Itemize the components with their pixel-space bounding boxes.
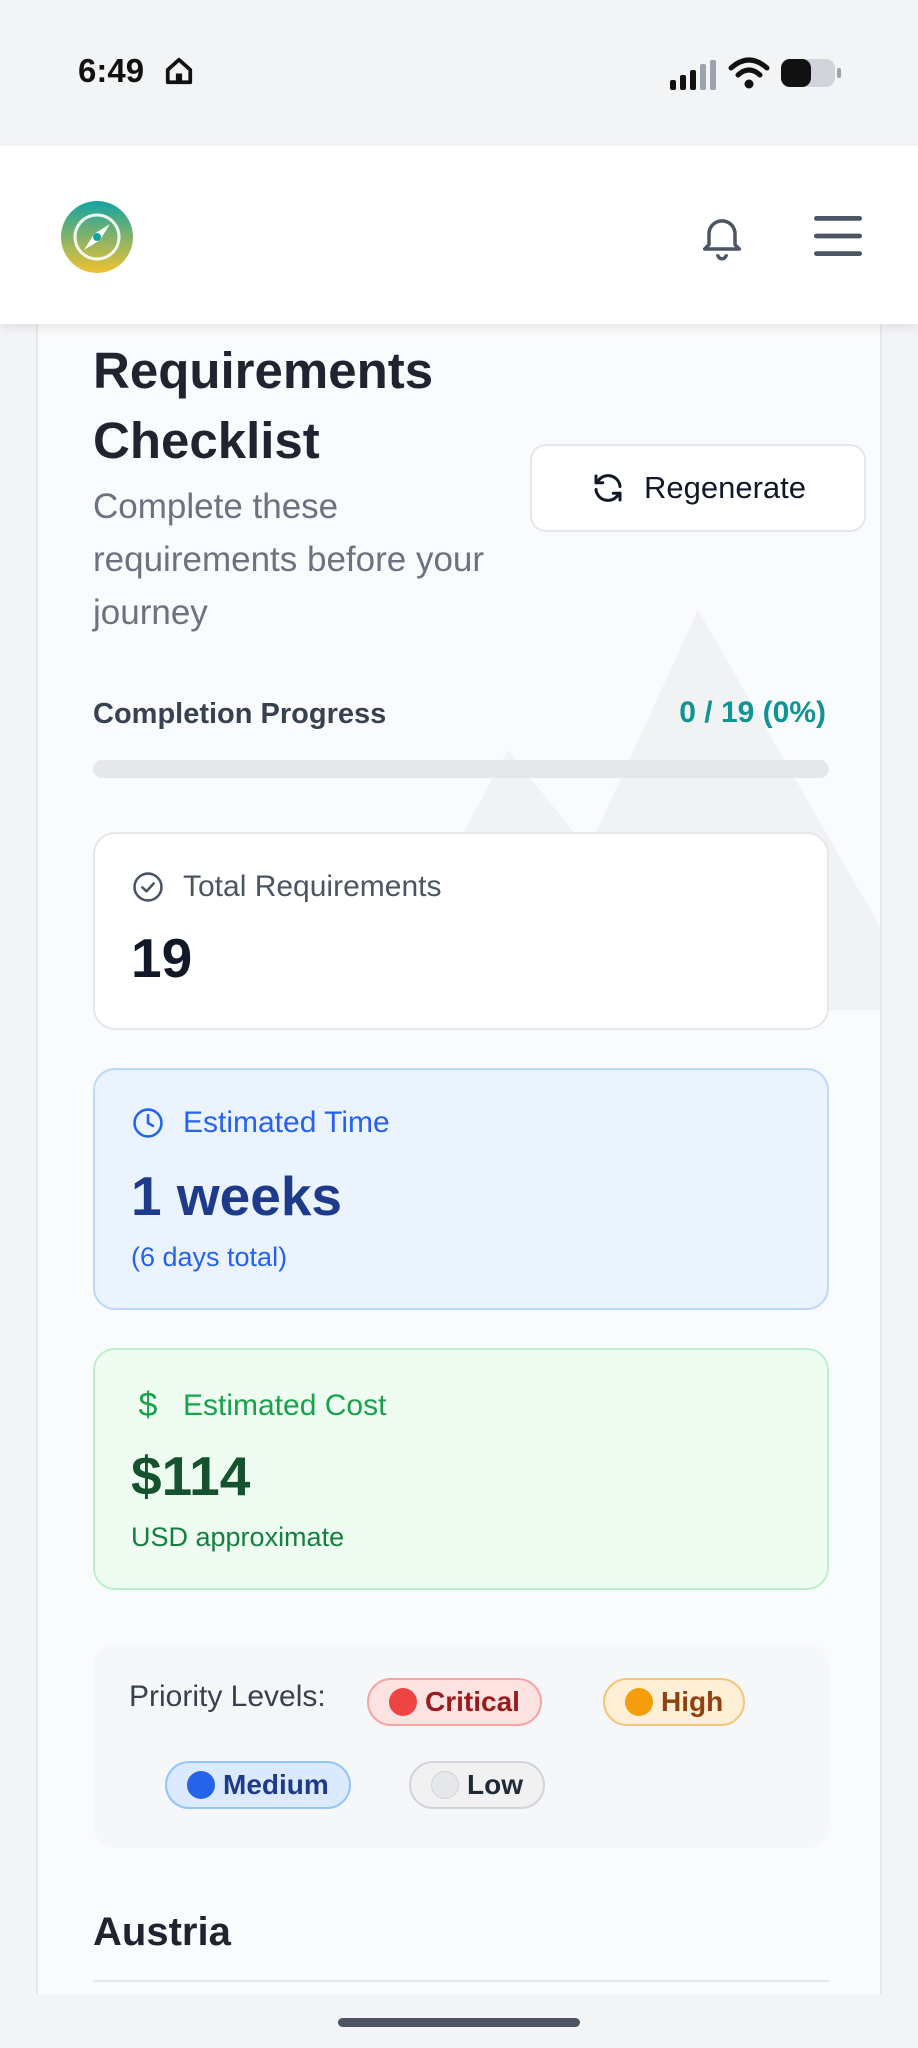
- refresh-icon: [594, 474, 622, 502]
- home-indicator[interactable]: [338, 2018, 580, 2027]
- requirements-card: Requirements Checklist Complete these re…: [36, 300, 882, 2000]
- total-requirements-card: Total Requirements 19: [93, 832, 829, 1030]
- bottom-bar: [0, 1994, 918, 2048]
- status-time: 6:49: [78, 52, 145, 89]
- estimated-time-card: Estimated Time 1 weeks (6 days total): [93, 1068, 829, 1310]
- red-circle-icon: [389, 1688, 417, 1716]
- notifications-bell-icon[interactable]: [696, 210, 748, 262]
- estimated-time-label: Estimated Time: [183, 1106, 390, 1139]
- orange-circle-icon: [625, 1688, 653, 1716]
- regenerate-label: Regenerate: [643, 470, 806, 505]
- priority-badge-medium: Medium: [165, 1761, 351, 1809]
- page-title: Requirements Checklist: [93, 342, 434, 469]
- wifi-icon: [728, 57, 770, 89]
- estimated-cost-card: $ Estimated Cost $114 USD approximate: [93, 1348, 829, 1590]
- total-requirements-value: 19: [131, 927, 193, 989]
- check-circle-icon: [133, 872, 163, 902]
- progress-bar: [93, 760, 829, 778]
- estimated-cost-note: USD approximate: [131, 1522, 345, 1552]
- white-circle-icon: [431, 1771, 459, 1799]
- total-requirements-label: Total Requirements: [183, 870, 442, 903]
- estimated-cost-label: Estimated Cost: [183, 1388, 387, 1422]
- app-header: [0, 146, 918, 324]
- priority-label: Priority Levels:: [129, 1680, 326, 1713]
- estimated-time-note: (6 days total): [131, 1242, 288, 1272]
- regenerate-button[interactable]: Regenerate: [530, 444, 866, 532]
- country-section-title: Austria: [93, 1910, 231, 1954]
- section-divider: [93, 1980, 829, 1982]
- priority-badge-high: High: [603, 1678, 746, 1726]
- priority-legend: Priority Levels: Critical High Medium Lo…: [93, 1644, 829, 1848]
- status-bar: 6:49: [0, 0, 918, 146]
- priority-badge-low: Low: [409, 1761, 545, 1809]
- estimated-time-value: 1 weeks: [131, 1165, 343, 1227]
- priority-badge-critical: Critical: [367, 1678, 542, 1726]
- signal-icon: [670, 60, 716, 90]
- app-logo-icon[interactable]: [60, 200, 134, 274]
- clock-icon: [133, 1108, 163, 1138]
- progress-label: Completion Progress: [93, 698, 387, 730]
- blue-circle-icon: [187, 1771, 215, 1799]
- hamburger-menu-icon[interactable]: [810, 210, 866, 262]
- estimated-cost-value: $114: [131, 1445, 251, 1507]
- dollar-icon: $: [138, 1386, 158, 1424]
- page-subtitle: Complete these requirements before your …: [93, 487, 485, 632]
- home-icon: [165, 57, 193, 85]
- battery-icon: [781, 59, 841, 87]
- progress-value: 0 / 19 (0%): [679, 696, 826, 729]
